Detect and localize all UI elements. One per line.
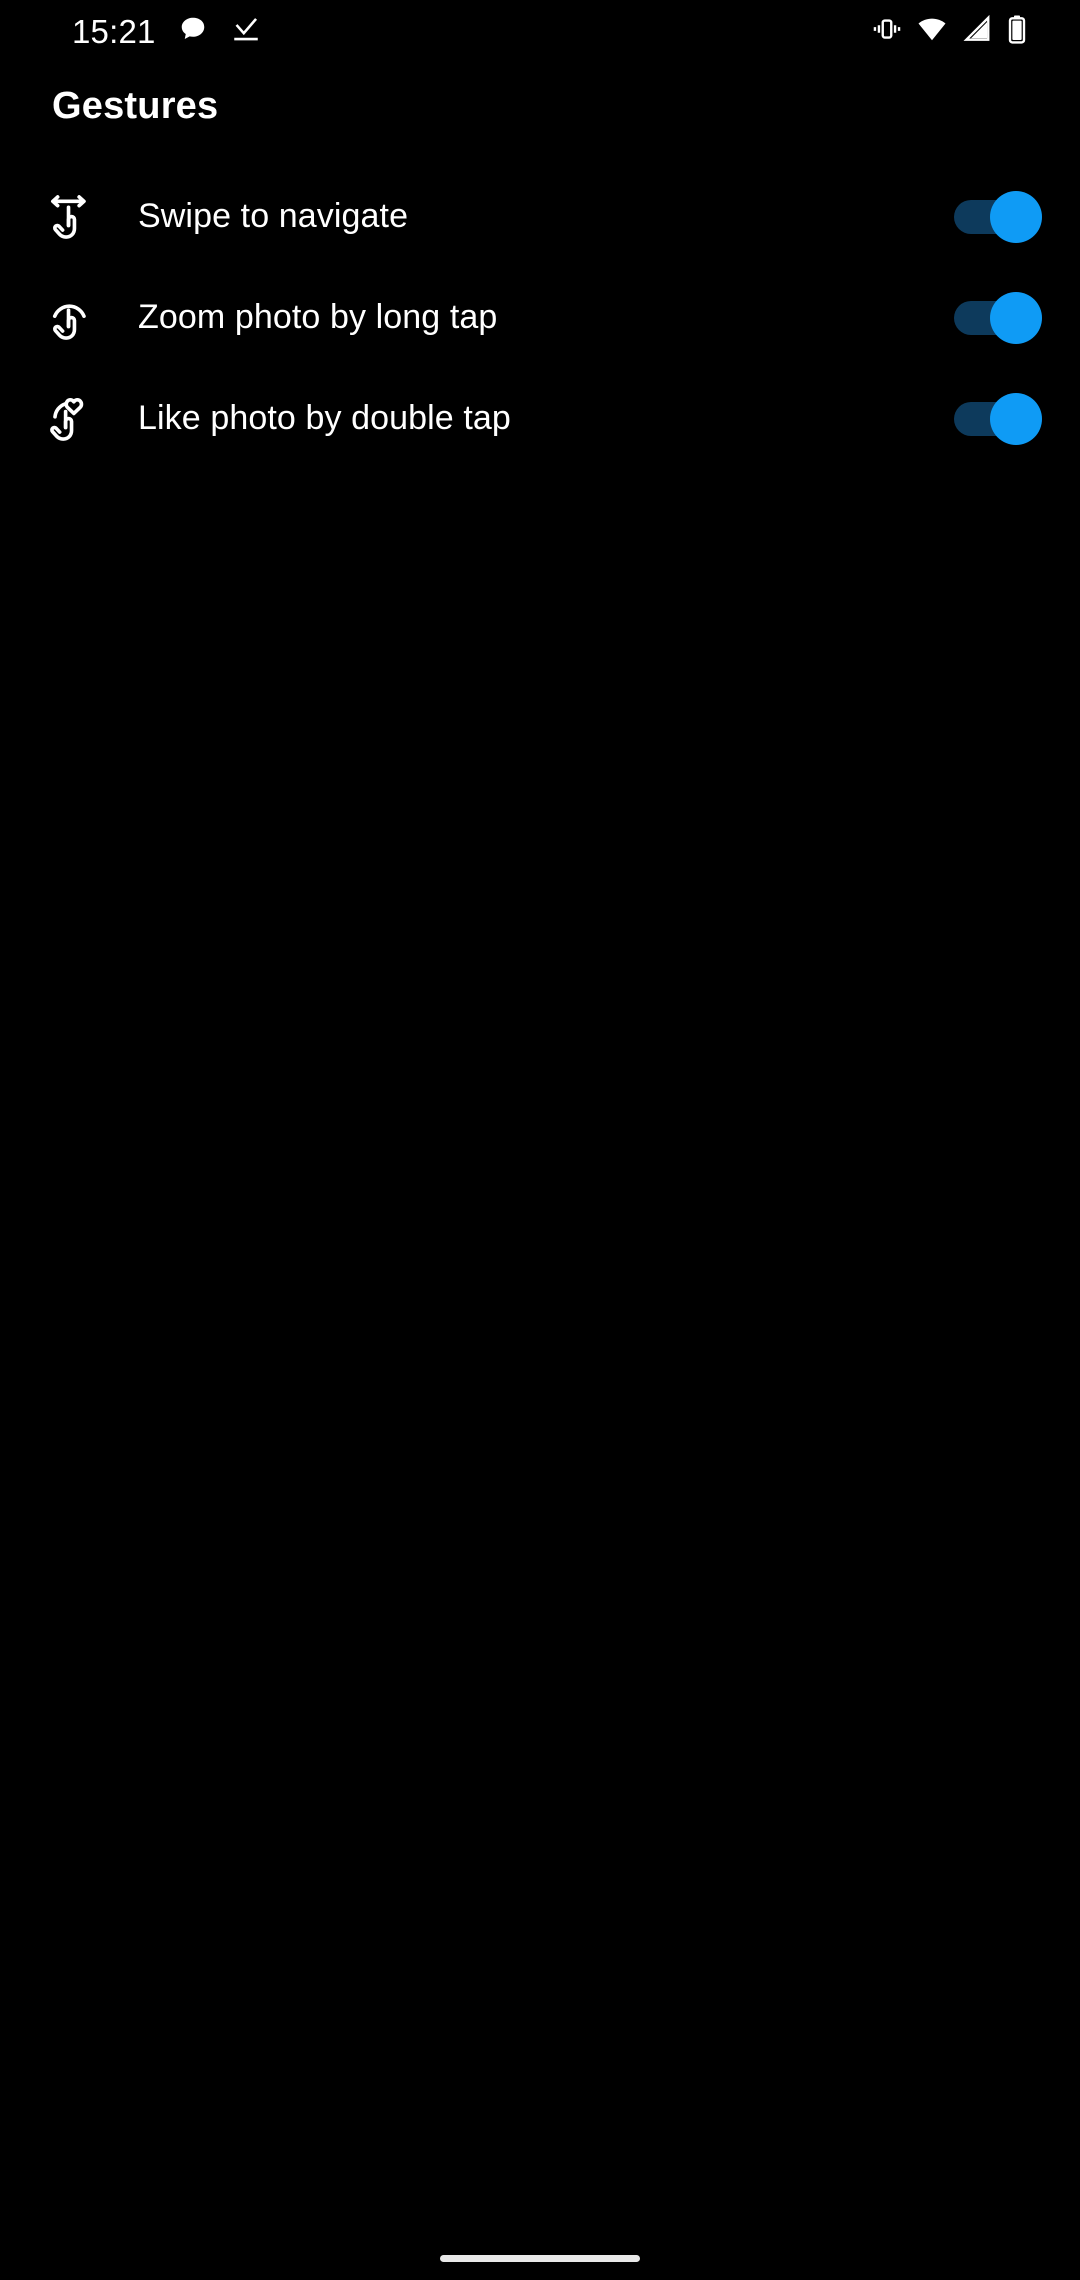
setting-row-zoom-photo-by-long-tap[interactable]: Zoom photo by long tap xyxy=(0,267,1080,368)
tap-heart-icon xyxy=(38,388,100,450)
toggle-zoom-photo-by-long-tap[interactable] xyxy=(954,291,1042,344)
toggle-like-photo-by-double-tap[interactable] xyxy=(954,392,1042,445)
status-bar: 15:21 xyxy=(0,0,1080,62)
setting-label: Like photo by double tap xyxy=(138,399,511,437)
setting-label: Swipe to navigate xyxy=(138,197,409,235)
battery-icon xyxy=(1006,14,1028,49)
toggle-thumb xyxy=(990,291,1042,344)
wifi-icon xyxy=(916,14,948,49)
long-tap-icon xyxy=(38,287,100,349)
download-complete-icon xyxy=(230,14,262,49)
gestures-settings-list: Swipe to navigate Zoom photo by long tap xyxy=(0,166,1080,469)
setting-label: Zoom photo by long tap xyxy=(138,298,498,336)
home-gesture-pill[interactable] xyxy=(440,2255,640,2262)
toggle-swipe-to-navigate[interactable] xyxy=(954,190,1042,243)
page-title: Gestures xyxy=(52,85,219,127)
status-bar-right xyxy=(872,14,1050,49)
cellular-signal-icon xyxy=(962,14,992,49)
status-bar-left: 15:21 xyxy=(72,14,262,49)
setting-row-like-photo-by-double-tap[interactable]: Like photo by double tap xyxy=(0,368,1080,469)
status-bar-clock: 15:21 xyxy=(72,12,156,50)
vibrate-icon xyxy=(872,14,902,49)
toggle-thumb xyxy=(990,190,1042,243)
swipe-horizontal-icon xyxy=(38,186,100,248)
setting-row-swipe-to-navigate[interactable]: Swipe to navigate xyxy=(0,166,1080,267)
toggle-thumb xyxy=(990,392,1042,445)
message-bubble-icon xyxy=(178,14,208,49)
